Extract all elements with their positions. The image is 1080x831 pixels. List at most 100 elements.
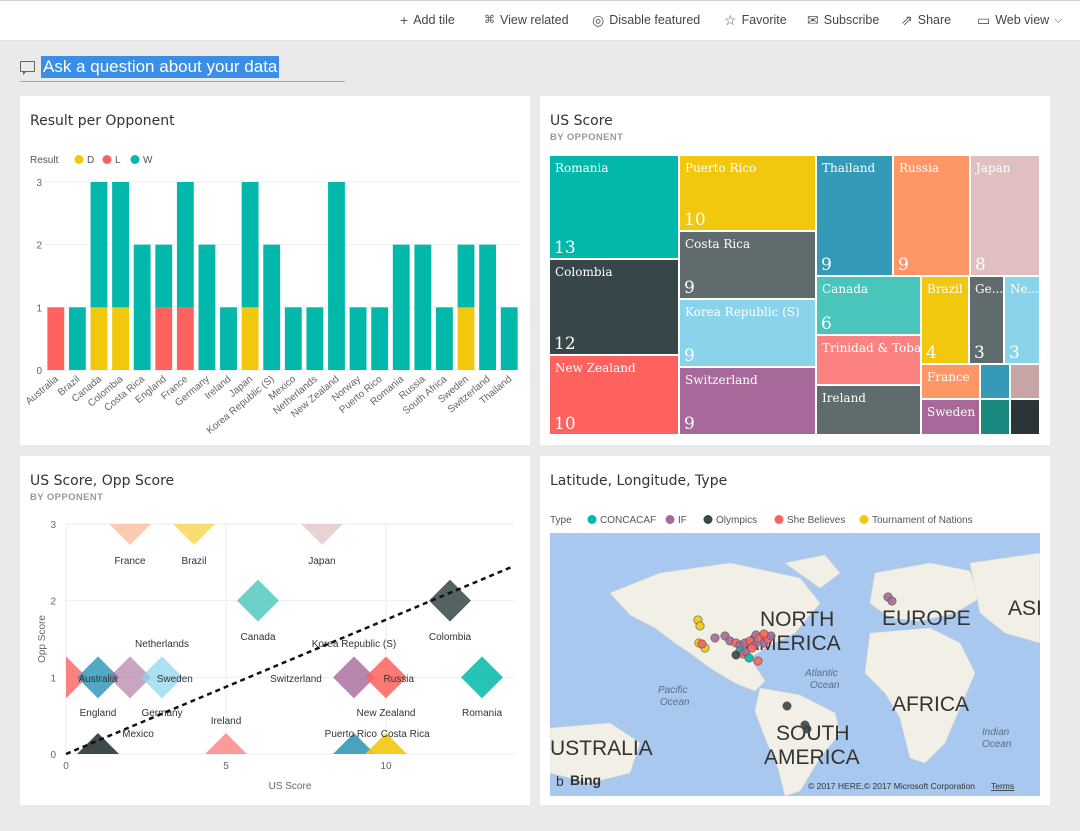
bar-w[interactable] xyxy=(328,182,345,370)
bar-d[interactable] xyxy=(241,307,259,370)
treemap-cell[interactable] xyxy=(1011,400,1041,436)
tile-map[interactable]: Latitude, Longitude, Type Type CONCACAF IF… xyxy=(540,456,1050,805)
legend-label[interactable]: IF xyxy=(678,515,687,526)
treemap-cell[interactable]: Japan 8 xyxy=(971,156,1041,277)
bar-l[interactable] xyxy=(176,307,194,370)
bar-w[interactable] xyxy=(371,307,389,370)
bar-w[interactable] xyxy=(479,244,497,370)
bar-l[interactable] xyxy=(47,307,65,370)
map-terms-link[interactable]: Terms xyxy=(991,781,1014,791)
y-tick-label: 2 xyxy=(50,597,56,608)
scatter-point-label: Colombia xyxy=(429,632,472,643)
treemap-cell[interactable] xyxy=(981,400,1011,436)
map-point[interactable] xyxy=(782,701,792,711)
bar-d[interactable] xyxy=(457,307,475,370)
treemap-cell[interactable]: Ireland xyxy=(817,386,922,436)
treemap-cell[interactable]: Brazil 4 xyxy=(922,277,970,365)
bar-w[interactable] xyxy=(392,244,410,370)
treemap-cell[interactable]: Russia 9 xyxy=(894,156,971,277)
map-canvas[interactable]: NORTH AMERICA EUROPE ASI AFRICA SOUTH AM… xyxy=(550,533,1040,796)
treemap-cell[interactable]: Sweden xyxy=(922,400,981,436)
legend-label[interactable]: Olympics xyxy=(716,515,757,526)
legend-label[interactable]: She Believes xyxy=(787,515,845,526)
treemap-cell[interactable]: Canada 6 xyxy=(817,277,922,336)
treemap-cell[interactable]: Trinidad & Toba... xyxy=(817,336,922,386)
map-point[interactable] xyxy=(744,653,754,663)
scatter-point[interactable] xyxy=(461,656,503,699)
bar-w[interactable] xyxy=(241,182,259,308)
legend-label-w[interactable]: W xyxy=(143,155,153,166)
treemap-cell[interactable]: Switzerland 9 xyxy=(680,368,817,436)
treemap-cell-value: 3 xyxy=(974,343,985,363)
bar-w[interactable] xyxy=(220,307,237,370)
disable-featured-button[interactable]: ◎ Disable featured xyxy=(592,13,700,27)
tile-us-opp-score[interactable]: US Score, Opp Score BY OPPONENT 0 1 2 3 0 5 10… xyxy=(20,456,530,805)
legend-label-d[interactable]: D xyxy=(87,155,94,166)
bar-w[interactable] xyxy=(68,307,86,370)
bar-w[interactable] xyxy=(349,307,367,370)
treemap-cell[interactable]: Colombia 12 xyxy=(550,260,680,356)
bing-logo: Bing xyxy=(570,772,601,788)
scatter-point[interactable] xyxy=(301,503,343,545)
bar-w[interactable] xyxy=(112,182,129,308)
treemap-cell[interactable] xyxy=(1011,365,1041,400)
treemap-cell[interactable]: Ge... 3 xyxy=(970,277,1005,365)
map-point[interactable] xyxy=(710,633,720,643)
bar-d[interactable] xyxy=(112,307,129,370)
view-related-label: View related xyxy=(500,13,569,27)
y-tick-label: 1 xyxy=(36,303,42,314)
scatter-point[interactable] xyxy=(173,503,215,545)
treemap-cell[interactable]: Romania 13 xyxy=(550,156,680,260)
map-point[interactable] xyxy=(695,621,705,631)
favorite-button[interactable]: ☆ Favorite xyxy=(724,13,787,27)
map-point[interactable] xyxy=(753,656,763,666)
bar-l[interactable] xyxy=(155,307,173,370)
map-point[interactable] xyxy=(731,650,741,660)
bar-w[interactable] xyxy=(263,244,281,370)
plus-icon: + xyxy=(400,12,409,28)
treemap-cell[interactable]: New Zealand 10 xyxy=(550,356,680,436)
treemap-cell[interactable]: Thailand 9 xyxy=(817,156,894,277)
scatter-point[interactable] xyxy=(109,503,151,545)
treemap-cell[interactable]: Ne... 3 xyxy=(1005,277,1041,365)
bar-w[interactable] xyxy=(457,244,475,308)
bar-w[interactable] xyxy=(500,307,518,370)
bar-w[interactable] xyxy=(414,244,432,370)
map-point[interactable] xyxy=(759,629,769,639)
legend-label[interactable]: CONCACAF xyxy=(600,515,656,526)
view-related-button[interactable]: ⌘ View related xyxy=(484,13,569,27)
web-view-button[interactable]: ▭ Web view ⌵ xyxy=(977,13,1063,27)
bar-d[interactable] xyxy=(90,307,108,370)
tile-us-score[interactable]: US Score BY OPPONENT Romania 13 Puerto Ric… xyxy=(540,96,1050,445)
treemap-cell[interactable] xyxy=(981,365,1011,400)
tile-result-per-opponent[interactable]: Result per Opponent Result D L W 0 1 2 3 Austral… xyxy=(20,96,530,445)
add-tile-button[interactable]: + Add tile xyxy=(400,13,455,27)
scatter-point[interactable] xyxy=(77,733,119,775)
bar-w[interactable] xyxy=(176,182,194,308)
map-point[interactable] xyxy=(747,643,757,653)
bar-w[interactable] xyxy=(155,244,173,308)
map-point[interactable] xyxy=(802,724,812,734)
legend-label-l[interactable]: L xyxy=(115,155,121,166)
bar-w[interactable] xyxy=(436,307,453,370)
map-point[interactable] xyxy=(697,639,707,649)
treemap-cell[interactable]: France xyxy=(922,365,981,400)
bar-w[interactable] xyxy=(133,244,151,370)
map-point[interactable] xyxy=(887,596,897,606)
bar-w[interactable] xyxy=(284,307,302,370)
qa-box[interactable]: Ask a question about your data xyxy=(20,56,345,82)
bar-w[interactable] xyxy=(306,307,324,370)
treemap-cell[interactable]: Costa Rica 9 xyxy=(680,232,817,300)
treemap-cell-label: Romania xyxy=(555,161,609,175)
legend-title: Type xyxy=(550,515,572,526)
share-button[interactable]: ⇗ Share xyxy=(901,13,951,27)
legend-label[interactable]: Tournament of Nations xyxy=(872,515,973,526)
scatter-point[interactable] xyxy=(237,579,279,622)
bar-w[interactable] xyxy=(198,244,216,370)
treemap-cell[interactable]: Korea Republic (S) 9 xyxy=(680,300,817,368)
treemap-cell[interactable]: Puerto Rico 10 xyxy=(680,156,817,232)
qa-input[interactable]: Ask a question about your data xyxy=(41,56,280,78)
bar-w[interactable] xyxy=(90,182,108,308)
scatter-chart: 0 1 2 3 0 5 10 US Score Opp Score France Brazil Jap… xyxy=(37,503,515,792)
subscribe-button[interactable]: ✉ Subscribe xyxy=(807,13,879,27)
